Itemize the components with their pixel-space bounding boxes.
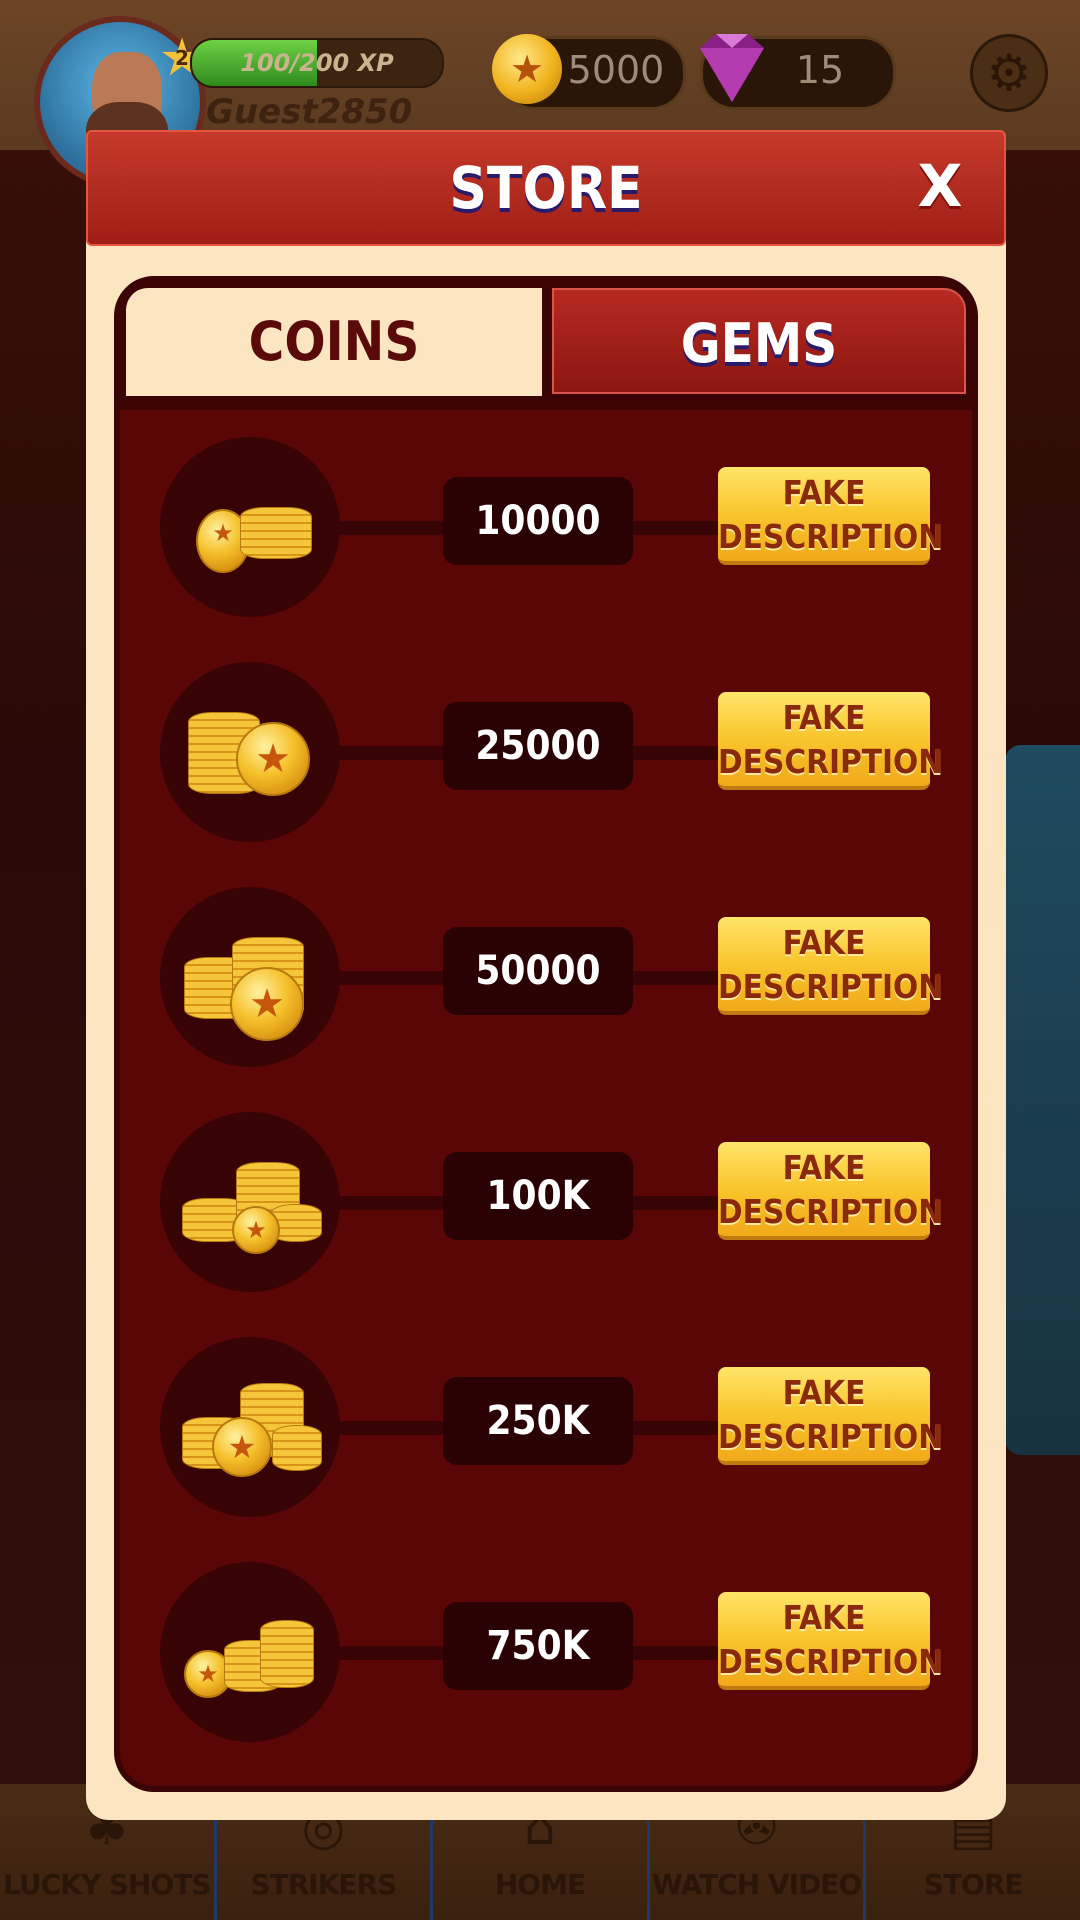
- buy-button-line2: DESCRIPTION: [718, 967, 944, 1006]
- buy-button-line2: DESCRIPTION: [718, 742, 944, 781]
- store-item: ★ 250K FAKE DESCRIPTION: [160, 1337, 943, 1517]
- store-item: ★ 100K FAKE DESCRIPTION: [160, 1112, 943, 1292]
- coin-balance-value: 5000: [567, 48, 665, 92]
- store-header: STORE: [86, 130, 1006, 246]
- item-amount: 250K: [443, 1377, 633, 1465]
- coin-stack: [260, 1620, 314, 1688]
- coin-pack-icon: ★: [160, 1112, 340, 1292]
- store-item: ★ 10000 FAKE DESCRIPTION: [160, 437, 943, 617]
- coin-stack: [240, 507, 312, 559]
- coin-stack: [272, 1425, 322, 1471]
- xp-progress-bar: 100/200 XP: [190, 38, 444, 88]
- tab-coins[interactable]: COINS: [126, 288, 542, 396]
- item-amount: 750K: [443, 1602, 633, 1690]
- coin: ★: [232, 1206, 280, 1254]
- tab-gems[interactable]: GEMS: [552, 288, 966, 394]
- buy-button[interactable]: FAKE DESCRIPTION: [718, 1592, 943, 1690]
- buy-button[interactable]: FAKE DESCRIPTION: [718, 917, 943, 1015]
- player-username: Guest2850: [206, 92, 413, 132]
- item-amount: 100K: [443, 1152, 633, 1240]
- item-amount: 50000: [443, 927, 633, 1015]
- coin-pack-icon: ★: [160, 887, 340, 1067]
- store-item: ★ 50000 FAKE DESCRIPTION: [160, 887, 943, 1067]
- tab-gems-label: GEMS: [680, 312, 838, 375]
- item-amount: 25000: [443, 702, 633, 790]
- item-amount: 10000: [443, 477, 633, 565]
- buy-button[interactable]: FAKE DESCRIPTION: [718, 692, 943, 790]
- nav-label: LUCKY SHOTS: [3, 1868, 212, 1901]
- nav-label: STORE: [923, 1868, 1024, 1901]
- coin: ★: [236, 722, 310, 796]
- store-item: ★ 750K FAKE DESCRIPTION: [160, 1562, 943, 1742]
- buy-button[interactable]: FAKE DESCRIPTION: [718, 1142, 943, 1240]
- buy-button[interactable]: FAKE DESCRIPTION: [718, 1367, 943, 1465]
- buy-button-line2: DESCRIPTION: [718, 1642, 944, 1681]
- buy-button-line1: FAKE: [782, 698, 866, 737]
- nav-label: HOME: [494, 1868, 586, 1901]
- buy-button-line1: FAKE: [782, 923, 866, 962]
- coin-pack-icon: ★: [160, 437, 340, 617]
- buy-button-line1: FAKE: [782, 1598, 866, 1637]
- settings-gear-icon[interactable]: ⚙: [970, 34, 1048, 112]
- close-button[interactable]: X: [910, 156, 970, 216]
- buy-button[interactable]: FAKE DESCRIPTION: [718, 467, 943, 565]
- buy-button-line2: DESCRIPTION: [718, 517, 944, 556]
- coin-icon: ★: [492, 34, 562, 104]
- buy-button-line1: FAKE: [782, 1148, 866, 1187]
- gem-balance-value: 15: [795, 48, 845, 92]
- coin-pack-icon: ★: [160, 1337, 340, 1517]
- store-item: ★ 25000 FAKE DESCRIPTION: [160, 662, 943, 842]
- nav-label: STRIKERS: [250, 1868, 397, 1901]
- gem-icon: [700, 34, 764, 102]
- coin-pack-icon: ★: [160, 662, 340, 842]
- coin-pack-icon: ★: [160, 1562, 340, 1742]
- buy-button-line2: DESCRIPTION: [718, 1417, 944, 1456]
- buy-button-line2: DESCRIPTION: [718, 1192, 944, 1231]
- buy-button-line1: FAKE: [782, 473, 866, 512]
- nav-label: WATCH VIDEO: [651, 1868, 862, 1901]
- buy-button-line1: FAKE: [782, 1373, 866, 1412]
- coin: ★: [230, 967, 304, 1041]
- background-game-card: [1005, 745, 1080, 1455]
- xp-text: 100/200 XP: [240, 49, 394, 77]
- coin: ★: [212, 1417, 272, 1477]
- store-title: STORE: [449, 154, 643, 222]
- tab-coins-label: COINS: [248, 310, 420, 373]
